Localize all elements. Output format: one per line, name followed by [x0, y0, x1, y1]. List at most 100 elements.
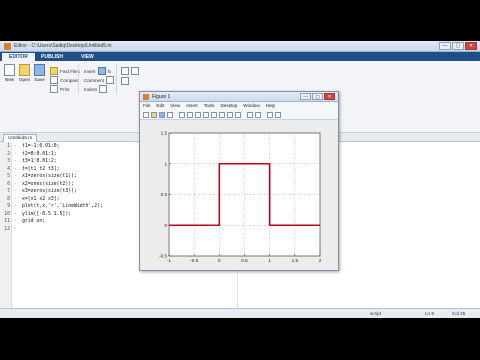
breakpoint-marker[interactable]: -	[14, 204, 17, 209]
breakpoint-marker[interactable]: -	[14, 174, 17, 179]
open-file-icon[interactable]	[151, 112, 157, 118]
figure-minimize-button[interactable]: —	[300, 93, 311, 100]
figure-icon	[143, 94, 149, 100]
open-button[interactable]: Open	[17, 64, 32, 82]
window-controls: — ▢ ✕	[439, 42, 477, 50]
menu-window[interactable]: Window	[240, 102, 262, 110]
tab-editor[interactable]: EDITOR	[2, 53, 35, 61]
y-tick-label: 0.5	[161, 192, 168, 197]
colorbar-icon[interactable]	[247, 112, 253, 118]
tab-view[interactable]: VIEW	[74, 53, 101, 61]
breakpoint-marker[interactable]: -	[14, 182, 17, 187]
line-number: 8	[7, 196, 10, 202]
breakpoint-marker[interactable]: -	[14, 227, 17, 232]
x-tick-label: 1.5	[292, 258, 299, 263]
zoom-out-icon[interactable]	[195, 112, 201, 118]
menu-file[interactable]: File	[140, 102, 153, 110]
insert-icon	[97, 67, 106, 75]
menu-desktop[interactable]: Desktop	[217, 102, 240, 110]
compare-button[interactable]: Compare	[50, 76, 79, 84]
breakpoint-marker[interactable]: -	[14, 159, 17, 164]
code-line[interactable]: grid on;	[22, 219, 45, 224]
menu-edit[interactable]: Edit	[153, 102, 167, 110]
save-button[interactable]: Save	[32, 64, 47, 82]
hide-plot-tools-icon[interactable]	[267, 112, 273, 118]
code-line[interactable]: x1=zeros(size(t1));	[22, 174, 77, 179]
figure-canvas[interactable]: -1 -0.5 0 0.5 1 1.5 2 -0.5 0 0.5 1 1.5	[140, 120, 338, 270]
show-plot-tools-icon[interactable]	[275, 112, 281, 118]
print-button[interactable]: Print	[50, 85, 69, 93]
tab-publish[interactable]: PUBLISH	[34, 53, 70, 61]
edit-tools-2[interactable]	[121, 77, 129, 85]
figure-title-bar[interactable]: Figure 1 — ▢ ✕	[140, 92, 338, 102]
figure-close-button[interactable]: ✕	[324, 93, 335, 100]
code-line[interactable]: x2=ones(size(t2));	[22, 182, 74, 187]
breakpoint-marker[interactable]: -	[14, 212, 17, 217]
figure-window[interactable]: Figure 1 — ▢ ✕ File Edit View Insert Too…	[139, 91, 339, 271]
code-line[interactable]: x3=zeros(size(t3));	[22, 189, 77, 194]
go-to-icon	[131, 67, 139, 75]
plot-svg: -1 -0.5 0 0.5 1 1.5 2-0.500.511.5	[159, 131, 322, 263]
comment-button[interactable]: Comment	[84, 76, 114, 84]
document-tab[interactable]: Untitled5.m	[3, 134, 38, 142]
edit-tools[interactable]	[121, 67, 139, 75]
close-button[interactable]: ✕	[465, 42, 477, 50]
x-tick-label: 1	[268, 258, 271, 263]
status-mode: script	[370, 311, 381, 316]
code-line[interactable]: x=[x1 x2 x3];	[22, 197, 60, 202]
line-number: 4	[7, 166, 10, 172]
figure-maximize-button[interactable]: ▢	[312, 93, 323, 100]
bookmark-icon	[121, 67, 129, 75]
breakpoint-marker[interactable]: -	[14, 197, 17, 202]
new-file-icon	[4, 64, 15, 76]
breakpoint-marker[interactable]: -	[14, 152, 17, 157]
code-line[interactable]: ylim([-0.5 1.5]);	[22, 212, 71, 217]
code-line[interactable]: plot(t,x,'r','LineWidth',2);	[22, 204, 103, 209]
menu-view[interactable]: View	[167, 102, 183, 110]
print-icon	[50, 85, 58, 93]
y-tick-label: 1.5	[161, 131, 168, 136]
breakpoint-marker[interactable]: -	[14, 219, 17, 224]
breakpoint-marker[interactable]: -	[14, 144, 17, 149]
line-number: 6	[7, 181, 10, 187]
code-line[interactable]: t3=1:0.01:2;	[22, 159, 57, 164]
indent-icon	[98, 85, 107, 93]
pan-icon[interactable]	[203, 112, 209, 118]
brush-icon[interactable]	[227, 112, 233, 118]
figure-toolbar	[140, 110, 338, 120]
find-files-button[interactable]: Find Files	[50, 67, 80, 75]
print-figure-icon[interactable]	[167, 112, 173, 118]
status-bar: script Ln 9 Col 25	[0, 308, 480, 318]
y-tick-label: -0.5	[159, 254, 167, 259]
link-icon[interactable]	[235, 112, 241, 118]
code-line[interactable]: t=[t1 t2 t3];	[22, 167, 60, 172]
menu-help[interactable]: Help	[263, 102, 278, 110]
breakpoint-marker[interactable]: -	[14, 189, 17, 194]
minimize-button[interactable]: —	[439, 42, 451, 50]
indent-button[interactable]: Indent	[84, 85, 107, 93]
line-number: 10	[4, 211, 10, 217]
line-number: 9	[7, 204, 10, 209]
new-figure-icon[interactable]	[143, 112, 149, 118]
insert-button[interactable]: Insert fx	[84, 67, 111, 75]
data-cursor-icon[interactable]	[219, 112, 225, 118]
zoom-in-icon[interactable]	[187, 112, 193, 118]
edit-plot-icon[interactable]	[179, 112, 185, 118]
x-tick-label: -1	[167, 258, 172, 263]
line-number: 3	[7, 159, 10, 164]
menu-insert[interactable]: Insert	[183, 102, 201, 110]
comment-icon	[105, 76, 114, 84]
x-tick-label: -0.5	[190, 258, 198, 263]
line-number: 1	[7, 144, 10, 149]
code-line[interactable]: t2=0:0.01:1;	[22, 152, 57, 157]
breakpoint-marker[interactable]: -	[14, 167, 17, 172]
rotate-icon[interactable]	[211, 112, 217, 118]
legend-icon[interactable]	[255, 112, 261, 118]
maximize-button[interactable]: ▢	[452, 42, 464, 50]
x-tick-label: 2	[319, 258, 322, 263]
menu-tools[interactable]: Tools	[201, 102, 218, 110]
ribbon-tab-strip: EDITOR PUBLISH VIEW	[0, 52, 480, 61]
new-button[interactable]: New	[2, 64, 17, 82]
save-figure-icon[interactable]	[159, 112, 165, 118]
code-line[interactable]: t1=-1:0.01:0;	[22, 144, 60, 149]
